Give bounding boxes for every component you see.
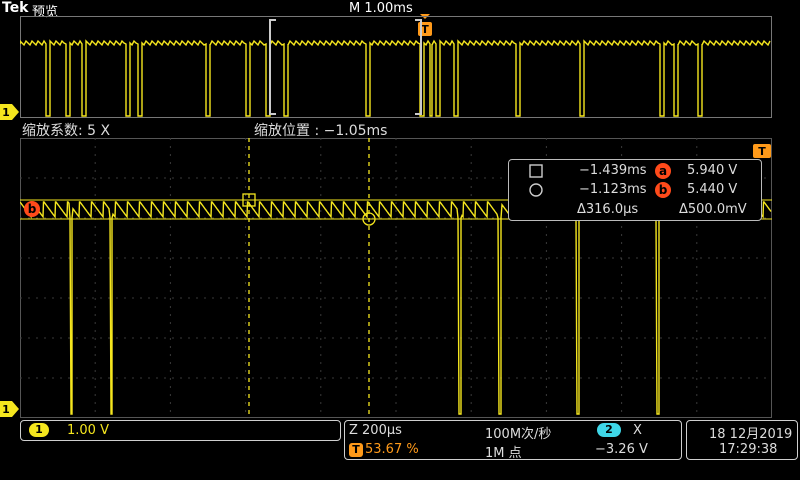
ch1-marker-bottom[interactable]: 1 bbox=[0, 401, 20, 421]
square-cursor-icon bbox=[529, 164, 543, 178]
overview-waveform bbox=[20, 39, 771, 117]
zoom-position-label: 缩放位置 : −1.05ms bbox=[254, 123, 388, 139]
cursor-a-time: −1.439ms bbox=[579, 163, 647, 178]
overview-zoom-bracket bbox=[269, 19, 422, 115]
timebase-label: M 1.00ms bbox=[349, 1, 413, 16]
svg-text:1: 1 bbox=[2, 403, 10, 416]
cursor-b-badge: b bbox=[655, 182, 671, 198]
cursor-readout-panel[interactable]: −1.439ms a 5.940 V −1.123ms b 5.440 V Δ3… bbox=[508, 159, 762, 221]
ch1-marker-top[interactable]: 1 bbox=[0, 104, 20, 124]
ch1-scale: 1.00 V bbox=[67, 423, 109, 438]
cursor-delta-voltage: Δ500.0mV bbox=[679, 202, 747, 217]
cursor-b-level-badge[interactable]: b bbox=[24, 201, 40, 217]
ch2-level: −3.26 V bbox=[595, 442, 648, 457]
sample-rate: 100M次/秒 bbox=[485, 427, 552, 442]
brand-logo: Tek bbox=[2, 0, 29, 16]
cursor-delta-time: Δ316.0µs bbox=[577, 202, 639, 217]
cursor-a-voltage: 5.940 V bbox=[687, 163, 738, 178]
acquisition-box[interactable]: Z 200µs T 53.67 % 100M次/秒 1M 点 2 X −3.26… bbox=[344, 420, 682, 461]
ch2-symbol: X bbox=[633, 423, 642, 438]
ch1-scale-box[interactable]: 1 1.00 V bbox=[20, 420, 341, 441]
svg-text:1: 1 bbox=[2, 106, 10, 119]
svg-text:T: T bbox=[758, 145, 766, 158]
zoom-timebase: Z 200µs bbox=[349, 423, 402, 438]
record-length: 1M 点 bbox=[485, 446, 522, 461]
zoom-factor-label: 缩放系数: 5 X bbox=[22, 123, 111, 139]
trigger-badge: T bbox=[349, 443, 363, 457]
ch2-badge: 2 bbox=[597, 423, 621, 437]
cursor-b-voltage: 5.440 V bbox=[687, 182, 738, 197]
overview-waveform-panel[interactable] bbox=[20, 16, 772, 118]
date-label: 18 12月2019 bbox=[709, 427, 793, 442]
time-label: 17:29:38 bbox=[719, 442, 778, 457]
cursor-a-badge: a bbox=[655, 163, 671, 179]
datetime-box: 18 12月2019 17:29:38 bbox=[686, 420, 798, 460]
circle-cursor-icon bbox=[529, 183, 543, 197]
trigger-percent: 53.67 % bbox=[365, 442, 419, 457]
cursor-b-time: −1.123ms bbox=[579, 182, 647, 197]
ch1-badge: 1 bbox=[29, 423, 49, 437]
